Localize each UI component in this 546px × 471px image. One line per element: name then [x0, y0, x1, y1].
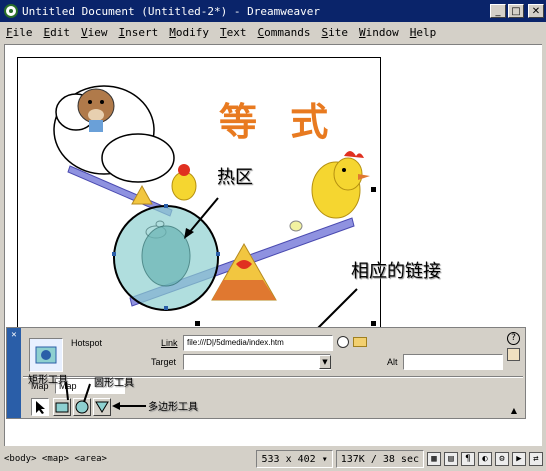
- tool-annotation-arrows: [65, 381, 146, 410]
- menu-commands[interactable]: Commands: [258, 26, 311, 39]
- menu-file[interactable]: File: [6, 26, 33, 39]
- point-to-file-icon[interactable]: [337, 336, 349, 348]
- title-bar: Untitled Document (Untitled-2*) - Dreamw…: [0, 0, 546, 22]
- maximize-button[interactable]: □: [508, 4, 524, 18]
- menu-window[interactable]: Window: [359, 26, 399, 39]
- target-label: Target: [151, 357, 177, 367]
- resize-handle[interactable]: [371, 321, 376, 326]
- menu-edit[interactable]: Edit: [44, 26, 71, 39]
- hotspot-annotation: 热区: [217, 167, 253, 188]
- quick-tag-editor-icon[interactable]: [507, 348, 520, 361]
- inspector-close-icon[interactable]: ✕: [7, 328, 21, 418]
- collapse-inspector-icon[interactable]: ▲: [507, 406, 521, 416]
- window-size-dropdown[interactable]: 533 x 402 ▾: [256, 450, 333, 468]
- html-styles-icon[interactable]: ¶: [461, 452, 475, 466]
- menu-bar: File Edit View Insert Modify Text Commands Site…: [0, 22, 546, 42]
- menu-insert[interactable]: Insert: [119, 26, 159, 39]
- poly-tool-annotation: 多边形工具: [148, 402, 198, 413]
- resize-handle[interactable]: [371, 187, 376, 192]
- alt-label: Alt: [387, 357, 398, 367]
- window-title: Untitled Document (Untitled-2*) - Dreamw…: [22, 4, 321, 18]
- site-icon[interactable]: ▦: [427, 452, 441, 466]
- link-annotation: 相应的链接: [351, 261, 441, 282]
- selection-type-label: Hotspot: [71, 338, 103, 348]
- dreamweaver-icon: [4, 4, 18, 18]
- target-select[interactable]: [183, 354, 331, 370]
- status-bar: <body> <map> <area> 533 x 402 ▾ 137K / 3…: [0, 447, 546, 471]
- menu-view[interactable]: View: [81, 26, 108, 39]
- menu-modify[interactable]: Modify: [169, 26, 209, 39]
- download-size: 137K / 38 sec: [335, 450, 424, 468]
- behaviors-icon[interactable]: ⚙: [495, 452, 509, 466]
- pointer-hotspot-tool[interactable]: [31, 398, 49, 416]
- browse-folder-icon[interactable]: [353, 337, 367, 347]
- timeline-icon[interactable]: ▶: [512, 452, 526, 466]
- chevron-down-icon[interactable]: ▼: [319, 355, 331, 369]
- minimize-button[interactable]: _: [490, 4, 506, 18]
- help-icon[interactable]: ?: [507, 332, 520, 345]
- css-styles-icon[interactable]: ◐: [478, 452, 492, 466]
- code-inspector-icon[interactable]: ⇄: [529, 452, 543, 466]
- menu-site[interactable]: Site: [321, 26, 348, 39]
- alt-input[interactable]: [403, 354, 503, 370]
- tag-selector[interactable]: <body> <map> <area>: [4, 454, 256, 464]
- menu-text[interactable]: Text: [220, 26, 247, 39]
- link-input[interactable]: file:///D|/5dmedia/index.htm: [183, 335, 333, 351]
- link-label: Link: [161, 338, 178, 348]
- close-button[interactable]: ✕: [528, 4, 544, 18]
- hotspot-icon: [29, 338, 63, 372]
- resize-handle[interactable]: [195, 321, 200, 326]
- assets-icon[interactable]: ▤: [444, 452, 458, 466]
- image-title-art: 等 式: [219, 99, 339, 144]
- menu-help[interactable]: Help: [410, 26, 437, 39]
